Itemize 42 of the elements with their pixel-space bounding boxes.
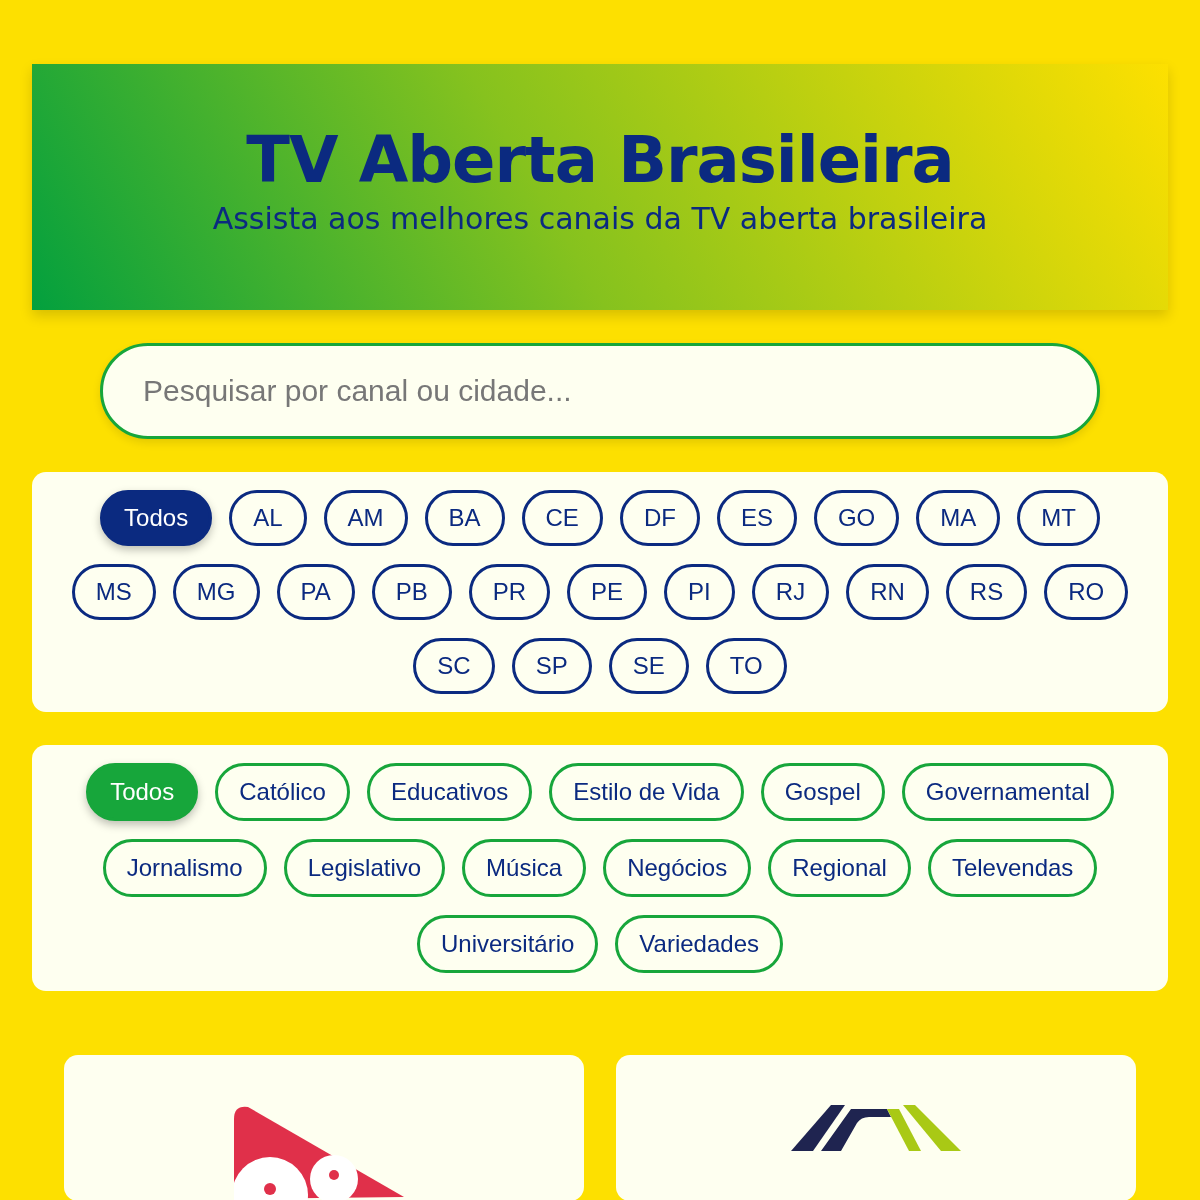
state-filter-chip[interactable]: AL bbox=[229, 490, 307, 546]
state-filter-chip[interactable]: PR bbox=[468, 564, 551, 620]
state-filter-chip[interactable]: MG bbox=[172, 564, 260, 620]
category-filter-chip[interactable]: Música bbox=[462, 839, 587, 897]
category-filter-chip[interactable]: Governamental bbox=[901, 763, 1114, 821]
state-filter-chip[interactable]: RO bbox=[1044, 564, 1129, 620]
state-filter-chip[interactable]: PI bbox=[664, 564, 735, 620]
channel-card[interactable] bbox=[616, 1055, 1136, 1200]
state-filter-chip[interactable]: DF bbox=[619, 490, 700, 546]
state-filter-chip[interactable]: Todos bbox=[100, 490, 213, 546]
state-filter-chip[interactable]: SP bbox=[511, 638, 592, 694]
state-filter-chip[interactable]: PE bbox=[567, 564, 648, 620]
category-filter-chip[interactable]: Universitário bbox=[417, 915, 599, 973]
state-filter-chip[interactable]: GO bbox=[813, 490, 900, 546]
category-filter-chip[interactable]: Educativos bbox=[366, 763, 533, 821]
state-filter-chip[interactable]: MA bbox=[916, 490, 1001, 546]
category-filter-chip[interactable]: Gospel bbox=[760, 763, 885, 821]
state-filter-chip[interactable]: RJ bbox=[751, 564, 830, 620]
state-filter-chip[interactable]: AM bbox=[323, 490, 408, 546]
category-filter-chip[interactable]: Regional bbox=[768, 839, 911, 897]
state-filter-chip[interactable]: CE bbox=[521, 490, 603, 546]
page-subtitle: Assista aos melhores canais da TV aberta brasileira bbox=[212, 200, 988, 236]
state-filter-chip[interactable]: SE bbox=[608, 638, 689, 694]
category-filter-chip[interactable]: Televendas bbox=[927, 839, 1098, 897]
state-filter-chip[interactable]: ES bbox=[716, 490, 797, 546]
state-filter-chip[interactable]: TO bbox=[705, 638, 787, 694]
state-filter-chip[interactable]: MT bbox=[1017, 490, 1100, 546]
state-filter-chip[interactable]: RS bbox=[945, 564, 1028, 620]
category-filter-chip[interactable]: Negócios bbox=[603, 839, 752, 897]
category-filter-chip[interactable]: Estilo de Vida bbox=[549, 763, 744, 821]
category-filter-chip[interactable]: Jornalismo bbox=[102, 839, 267, 897]
state-filter-chip[interactable]: SC bbox=[413, 638, 495, 694]
search-field[interactable]: Pesquisar por canal ou cidade... bbox=[100, 343, 1100, 439]
category-filter-chip[interactable]: Católico bbox=[215, 763, 350, 821]
category-filter-chip[interactable]: Variedades bbox=[615, 915, 783, 973]
state-filter-chip[interactable]: PB bbox=[371, 564, 452, 620]
state-filter-chip[interactable]: MS bbox=[71, 564, 156, 620]
state-filter-chip[interactable]: BA bbox=[424, 490, 505, 546]
state-filter-chip[interactable]: RN bbox=[846, 564, 929, 620]
page-title: TV Aberta Brasileira bbox=[246, 122, 954, 197]
category-filter-chip[interactable]: Legislativo bbox=[283, 839, 446, 897]
state-filter-chip[interactable]: PA bbox=[276, 564, 355, 620]
